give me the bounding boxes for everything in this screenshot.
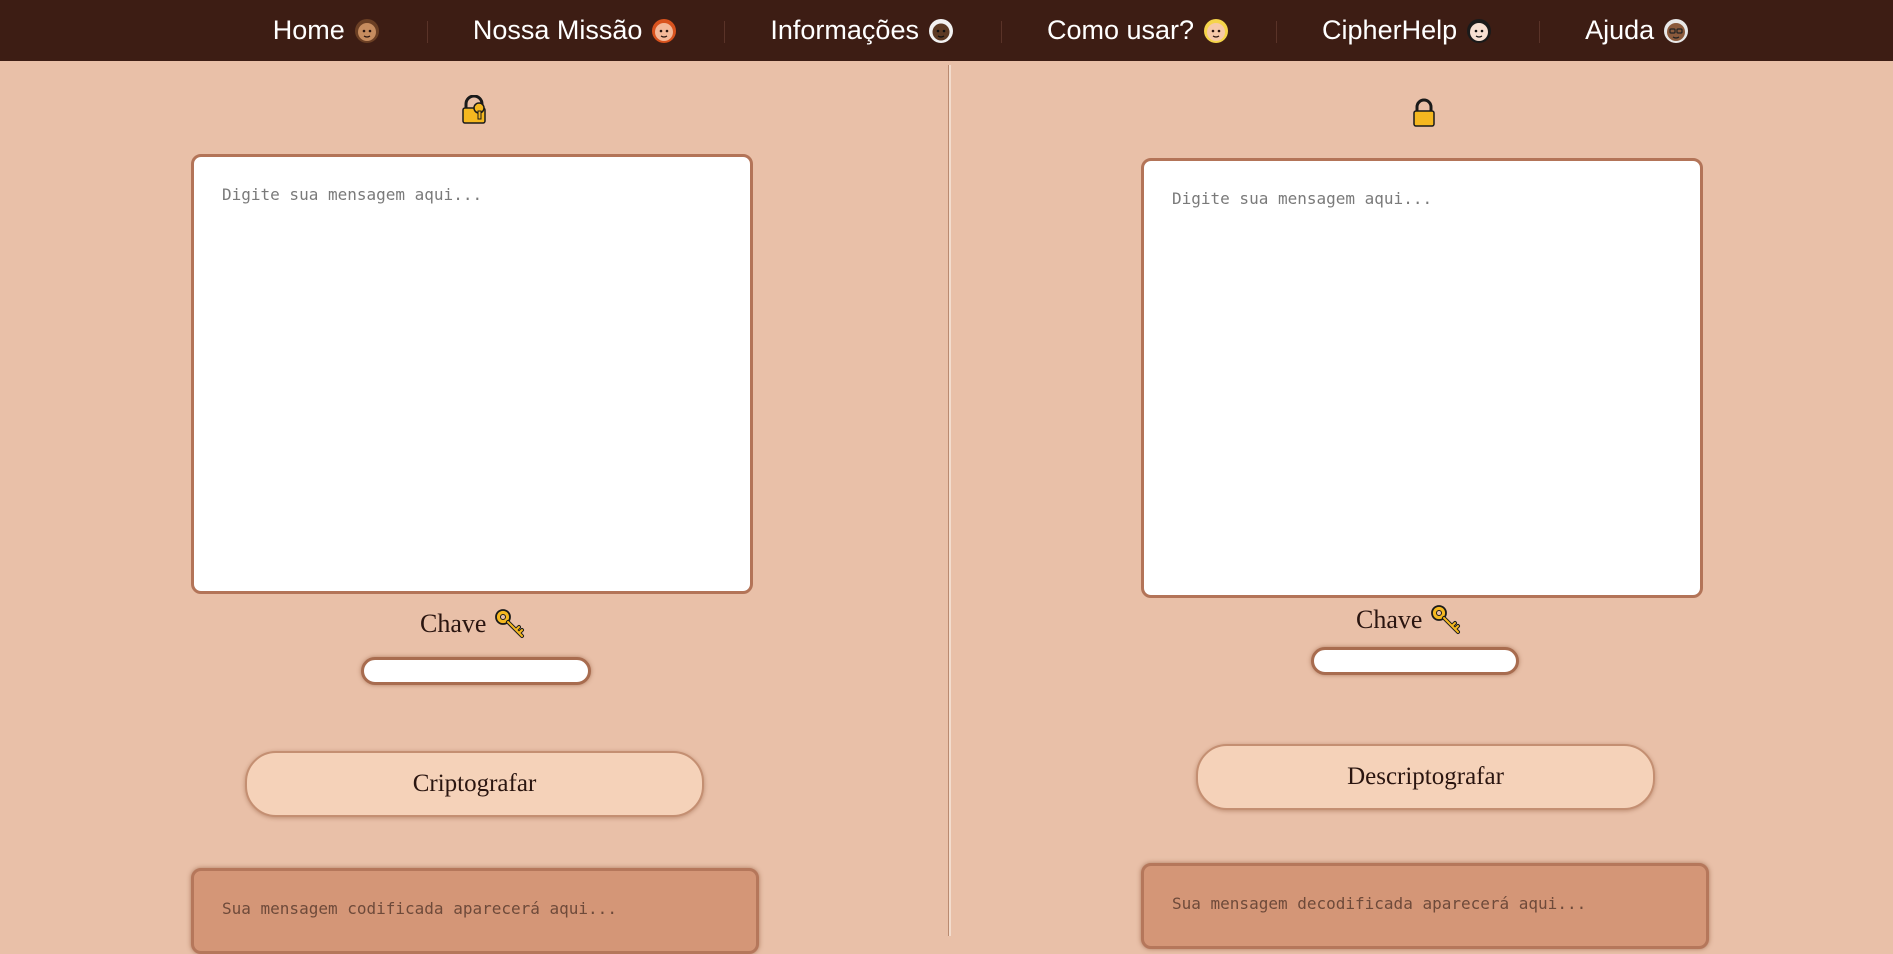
encrypt-message-placeholder: Digite sua mensagem aqui... [222,185,483,204]
decrypt-key-input[interactable] [1311,647,1519,675]
decrypt-key-label: Chave [1356,604,1462,636]
encrypt-output-placeholder: Sua mensagem codificada aparecerá aqui..… [222,899,617,918]
old-woman-glasses-icon [1664,18,1689,43]
woman-red-hair-icon [652,18,677,43]
top-navbar: Home Nossa Missão Informações Como usar?… [0,0,1893,61]
nav-item-label: CipherHelp [1322,15,1458,45]
nav-item-label: Como usar? [1046,15,1195,45]
key-icon [495,609,525,638]
key-label-text: Chave [420,609,487,638]
decrypt-panel: Digite sua mensagem aqui... Chave Descri… [950,61,1893,949]
encrypt-key-input[interactable] [361,657,591,685]
nav-item-nossa-missao[interactable]: Nossa Missão [426,15,725,46]
decrypt-output-box: Sua mensagem decodificada aparecerá aqui… [1141,863,1709,949]
encrypt-panel: Digite sua mensagem aqui... Chave Cripto… [0,61,948,954]
decrypt-button[interactable]: Descriptografar [1196,744,1655,810]
decrypt-message-placeholder: Digite sua mensagem aqui... [1172,189,1433,208]
nav-item-label: Home [272,15,345,45]
nav-item-label: Informações [770,15,919,45]
nav-item-informacoes[interactable]: Informações [724,15,1001,46]
key-label-text: Chave [1356,605,1423,634]
woman-medium-skin-icon [354,18,379,43]
encrypt-key-label: Chave [420,608,526,640]
encrypt-message-input[interactable]: Digite sua mensagem aqui... [191,154,753,594]
nav-item-cipherhelp[interactable]: CipherHelp [1276,15,1539,46]
decrypt-output-placeholder: Sua mensagem decodificada aparecerá aqui… [1172,894,1587,913]
woman-white-hair-dark-skin-icon [928,18,953,43]
nav-item-label: Nossa Missão [472,15,643,45]
encrypt-output-box: Sua mensagem codificada aparecerá aqui..… [191,868,759,954]
decrypt-message-input[interactable]: Digite sua mensagem aqui... [1141,158,1703,598]
locked-icon [1413,98,1435,127]
woman-dark-hair-icon [1467,18,1492,43]
nav-item-label: Ajuda [1585,15,1655,45]
key-icon [1431,605,1461,634]
nav-item-home[interactable]: Home [227,15,427,46]
encrypt-button[interactable]: Criptografar [245,751,704,817]
nav-list: Home Nossa Missão Informações Como usar?… [227,15,1736,46]
lock-with-key-icon [462,95,486,124]
nav-item-ajuda[interactable]: Ajuda [1539,15,1736,46]
nav-item-como-usar[interactable]: Como usar? [1000,15,1276,46]
woman-blond-icon [1204,18,1229,43]
